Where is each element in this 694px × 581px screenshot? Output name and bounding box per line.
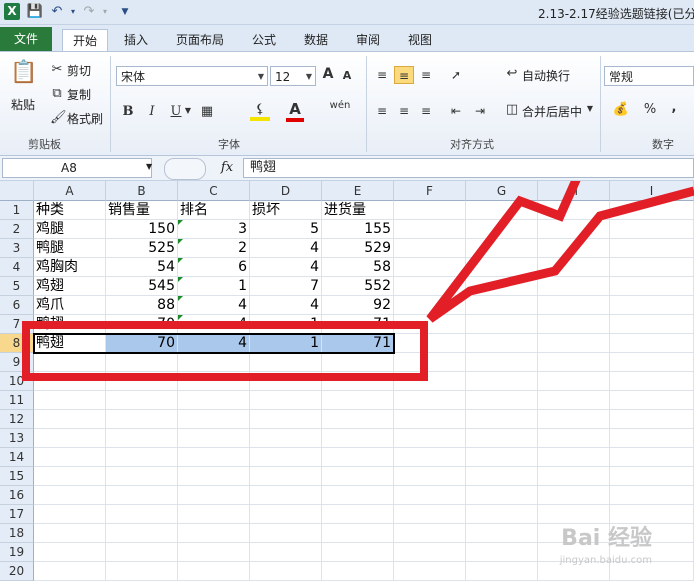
format-painter-icon[interactable]: 🖌 [50, 110, 67, 125]
align-right-icon[interactable]: ≡ [416, 102, 436, 120]
excel-logo-icon: X [4, 3, 20, 20]
align-bottom-icon[interactable]: ≡ [416, 66, 436, 84]
copy-button[interactable]: 复制 [67, 86, 91, 103]
tab-insert[interactable]: 插入 [114, 29, 158, 51]
border-icon[interactable]: ▦ [198, 104, 216, 119]
shrink-font-icon[interactable]: A [340, 69, 354, 82]
number-group-label: 数字 [652, 138, 674, 151]
tab-view[interactable]: 视图 [398, 29, 442, 51]
increase-indent-icon[interactable]: ⇥ [470, 102, 490, 120]
cut-button[interactable]: 剪切 [67, 62, 91, 79]
currency-icon[interactable]: 💰 [610, 102, 632, 117]
align-left-icon[interactable]: ≡ [372, 102, 392, 120]
window-title: 2.13-2.17经验选题链接(已分配 [538, 7, 694, 21]
insert-function-button[interactable]: fx [213, 158, 241, 178]
customize-toolbar-icon[interactable]: ▼ [116, 3, 134, 21]
clipboard-group-label: 剪贴板 [28, 138, 61, 151]
redo-dropdown-icon[interactable]: ▾ [96, 3, 114, 21]
font-size-value: 12 [275, 70, 291, 84]
number-format-select[interactable]: 常规 [604, 66, 694, 86]
tab-review[interactable]: 审阅 [346, 29, 390, 51]
format-painter-button[interactable]: 格式刷 [67, 110, 103, 127]
alignment-group-label: 对齐方式 [450, 138, 494, 151]
font-name-select[interactable]: 宋体 ▼ [116, 66, 268, 86]
align-top-icon[interactable]: ≡ [372, 66, 392, 84]
chevron-down-icon[interactable]: ▼ [146, 162, 152, 171]
tab-page-layout[interactable]: 页面布局 [166, 29, 234, 51]
tab-home[interactable]: 开始 [62, 29, 109, 52]
font-group-label: 字体 [218, 138, 240, 151]
orientation-icon[interactable]: ➚ [446, 66, 466, 84]
annotation-arrow [426, 181, 694, 323]
chevron-down-icon: ▼ [305, 72, 312, 81]
ribbon: 📋 粘贴 ✂ 剪切 ⧉ 复制 🖌 格式刷 剪贴板 宋体 ▼ 12 ▼ A A B I… [0, 51, 694, 156]
tab-formulas[interactable]: 公式 [242, 29, 286, 51]
title-bar: X 💾 ↶ ▾ ↷ ▾ ▼ 2.13-2.17经验选题链接(已分配 [0, 0, 694, 25]
cut-icon[interactable]: ✂ [50, 62, 64, 77]
ribbon-tabs: 文件 开始 插入 页面布局 公式 数据 审阅 视图 [0, 25, 694, 52]
divider [600, 56, 601, 152]
name-box-value: A8 [61, 161, 77, 175]
comma-button[interactable]: , [668, 100, 680, 115]
percent-button[interactable]: % [642, 102, 658, 117]
formula-bar-resize-handle[interactable] [164, 158, 206, 180]
phonetic-icon[interactable]: wén [328, 100, 352, 111]
worksheet-grid: ABCDEFGHI 1 2 3 4 5 6 7 8 9 10 11 12 13 14 15 16 17 18 19 2… [0, 181, 694, 581]
italic-button[interactable]: I [144, 104, 160, 119]
chevron-down-icon[interactable]: ▼ [184, 106, 192, 115]
divider [366, 56, 367, 152]
font-color-icon[interactable]: A [286, 100, 304, 122]
align-middle-icon[interactable]: ≡ [394, 66, 414, 84]
font-size-select[interactable]: 12 ▼ [270, 66, 316, 86]
paste-icon[interactable]: 📋 [10, 60, 38, 90]
save-icon[interactable]: 💾 [26, 3, 44, 21]
divider [110, 56, 111, 152]
number-format-value: 常规 [609, 70, 634, 84]
wrap-text-button[interactable]: 自动换行 [522, 67, 570, 84]
formula-input-value: 鸭翅 [250, 160, 277, 175]
decrease-indent-icon[interactable]: ⇤ [446, 102, 466, 120]
chevron-down-icon[interactable]: ▼ [586, 104, 594, 113]
wrap-text-icon[interactable]: ↩ [504, 66, 520, 81]
copy-icon[interactable]: ⧉ [50, 86, 64, 101]
formula-bar: A8 ▼ fx 鸭翅 [0, 156, 694, 181]
align-center-icon[interactable]: ≡ [394, 102, 414, 120]
name-box[interactable]: A8 [2, 158, 152, 178]
underline-button[interactable]: U [168, 104, 184, 119]
bold-button[interactable]: B [120, 104, 136, 119]
tab-data[interactable]: 数据 [294, 29, 338, 51]
merge-center-icon[interactable]: ◫ [504, 102, 520, 117]
fill-color-icon[interactable]: ⚸ [250, 102, 270, 121]
font-name-value: 宋体 [121, 70, 146, 84]
merge-center-button[interactable]: 合并后居中 [522, 103, 582, 120]
chevron-down-icon: ▼ [257, 72, 264, 81]
paste-button[interactable]: 粘贴 [11, 96, 35, 113]
formula-input[interactable]: 鸭翅 [243, 158, 694, 178]
grow-font-icon[interactable]: A [320, 66, 336, 82]
tab-file[interactable]: 文件 [0, 27, 52, 51]
